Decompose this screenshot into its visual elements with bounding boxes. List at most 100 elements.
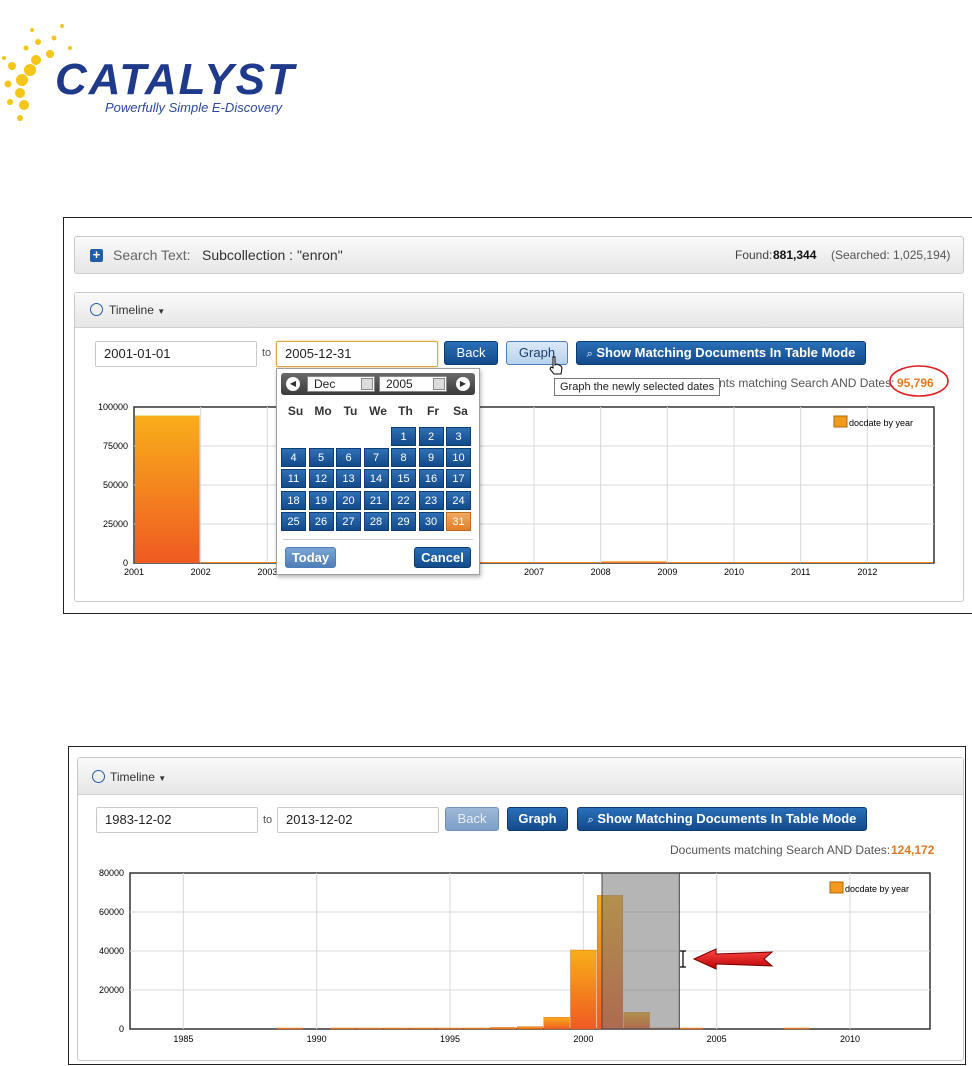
to-label: to (262, 347, 272, 359)
legend-swatch (829, 881, 844, 894)
calendar-day-selected[interactable]: 31 (446, 511, 471, 531)
calendar-day[interactable]: 6 (336, 448, 361, 468)
show-table-mode-button[interactable]: ⌕ Show Matching Documents In Table Mode (576, 341, 866, 365)
weekday-header: Th (398, 404, 413, 418)
calendar-day[interactable]: 28 (363, 511, 389, 531)
y-tick-label: 0 (119, 1024, 124, 1034)
calendar-day[interactable]: 26 (308, 511, 334, 531)
calendar-day[interactable]: 19 (308, 490, 334, 510)
bar (383, 1027, 410, 1030)
y-tick-label: 50000 (103, 480, 128, 490)
calendar-day[interactable]: 22 (391, 490, 416, 510)
x-tick-label: 2010 (840, 1034, 860, 1044)
to-date-input[interactable]: 2005-12-31 (276, 341, 438, 367)
y-tick-label: 75000 (103, 441, 128, 451)
calendar-day[interactable]: 29 (391, 511, 416, 531)
back-button[interactable]: Back (444, 341, 498, 365)
search-text-label: Search Text: (113, 247, 191, 263)
red-highlight-ellipse (889, 365, 949, 397)
month-select-value: Dec (314, 377, 336, 391)
legend-label: docdate by year (849, 418, 913, 428)
cancel-button[interactable]: Cancel (414, 547, 471, 568)
expand-plus-icon[interactable]: + (90, 248, 103, 262)
calendar-day[interactable]: 27 (336, 511, 361, 531)
calendar-day[interactable]: 23 (418, 490, 444, 510)
timeline-menu[interactable]: Timeline ▼ (110, 770, 166, 784)
graph-button[interactable]: Graph (507, 807, 568, 831)
calendar-day[interactable]: 30 (418, 511, 444, 531)
y-tick-label: 20000 (99, 985, 124, 995)
y-tick-label: 100000 (98, 402, 128, 412)
calendar-day[interactable]: 10 (446, 448, 471, 468)
calendar-day[interactable]: 16 (418, 469, 444, 489)
graph-tooltip: Graph the newly selected dates (554, 378, 721, 396)
calendar-day[interactable]: 18 (281, 490, 306, 510)
legend-label: docdate by year (845, 884, 909, 894)
calendar-day[interactable]: 4 (281, 448, 306, 468)
bar (676, 1027, 704, 1030)
red-arrow-icon (692, 948, 774, 970)
x-tick-label: 2010 (724, 567, 744, 577)
month-select[interactable]: Dec (307, 376, 375, 392)
today-button[interactable]: Today (285, 547, 336, 568)
year-select-value: 2005 (386, 377, 413, 391)
bar (543, 1017, 570, 1030)
calendar-day[interactable]: 3 (446, 427, 471, 446)
weekday-header: Mo (314, 404, 332, 418)
clock-icon (90, 303, 103, 316)
calendar-day[interactable]: 17 (446, 469, 471, 489)
calendar-day[interactable]: 2 (418, 427, 444, 446)
selection-range (601, 872, 680, 1030)
y-tick-label: 40000 (99, 946, 124, 956)
calendar-day[interactable]: 15 (391, 469, 416, 489)
weekday-header: Fr (427, 404, 439, 418)
weekday-header: Sa (453, 404, 468, 418)
prev-month-icon[interactable]: ◀ (286, 377, 300, 391)
calendar-day[interactable]: 20 (336, 490, 361, 510)
show-table-mode-label: Show Matching Documents In Table Mode (597, 811, 857, 826)
calendar-day[interactable]: 1 (391, 427, 416, 446)
calendar-day[interactable]: 25 (281, 511, 306, 531)
weekday-header: Su (287, 404, 304, 418)
calendar-day[interactable]: 9 (418, 448, 444, 468)
calendar-day[interactable]: 12 (308, 469, 334, 489)
timeline-menu[interactable]: Timeline ▼ (109, 303, 165, 317)
search-text-value: Subcollection : "enron" (202, 247, 343, 263)
back-button[interactable]: Back (445, 807, 499, 831)
calendar-divider (283, 539, 473, 540)
to-date-input[interactable]: 2013-12-02 (277, 807, 439, 833)
bar (356, 1027, 384, 1030)
dropdown-arrow-icon (433, 378, 445, 390)
calendar-day[interactable]: 11 (281, 469, 306, 489)
x-tick-label: 2002 (191, 567, 211, 577)
bar (490, 1027, 517, 1030)
y-tick-label: 60000 (99, 907, 124, 917)
next-month-icon[interactable]: ▶ (456, 377, 470, 391)
x-tick-label: 2005 (707, 1034, 727, 1044)
calendar-day[interactable]: 21 (363, 490, 389, 510)
from-date-input[interactable]: 2001-01-01 (95, 341, 257, 367)
bar (201, 562, 267, 563)
calendar-day[interactable]: 13 (336, 469, 361, 489)
bar (801, 562, 867, 563)
text-cursor-icon (680, 950, 686, 968)
bar (868, 562, 933, 563)
searched-count: (Searched: 1,025,194) (831, 248, 951, 262)
show-table-mode-button[interactable]: ⌕ Show Matching Documents In Table Mode (577, 807, 867, 831)
caret-down-icon: ▼ (157, 307, 166, 316)
bar (463, 1027, 490, 1030)
legend-swatch (833, 415, 848, 428)
calendar-day[interactable]: 7 (363, 448, 389, 468)
show-table-mode-label: Show Matching Documents In Table Mode (596, 345, 856, 360)
year-select[interactable]: 2005 (379, 376, 447, 392)
calendar-day[interactable]: 5 (308, 448, 334, 468)
weekday-header: We (369, 404, 387, 418)
calendar-day[interactable]: 14 (363, 469, 389, 489)
y-tick-label: 25000 (103, 519, 128, 529)
bar (570, 949, 597, 1030)
x-tick-label: 2000 (573, 1034, 593, 1044)
calendar-day[interactable]: 24 (446, 490, 471, 510)
calendar-day[interactable]: 8 (391, 448, 416, 468)
from-date-input[interactable]: 1983-12-02 (96, 807, 258, 833)
timeline-header-1: Timeline ▼ (75, 293, 963, 328)
